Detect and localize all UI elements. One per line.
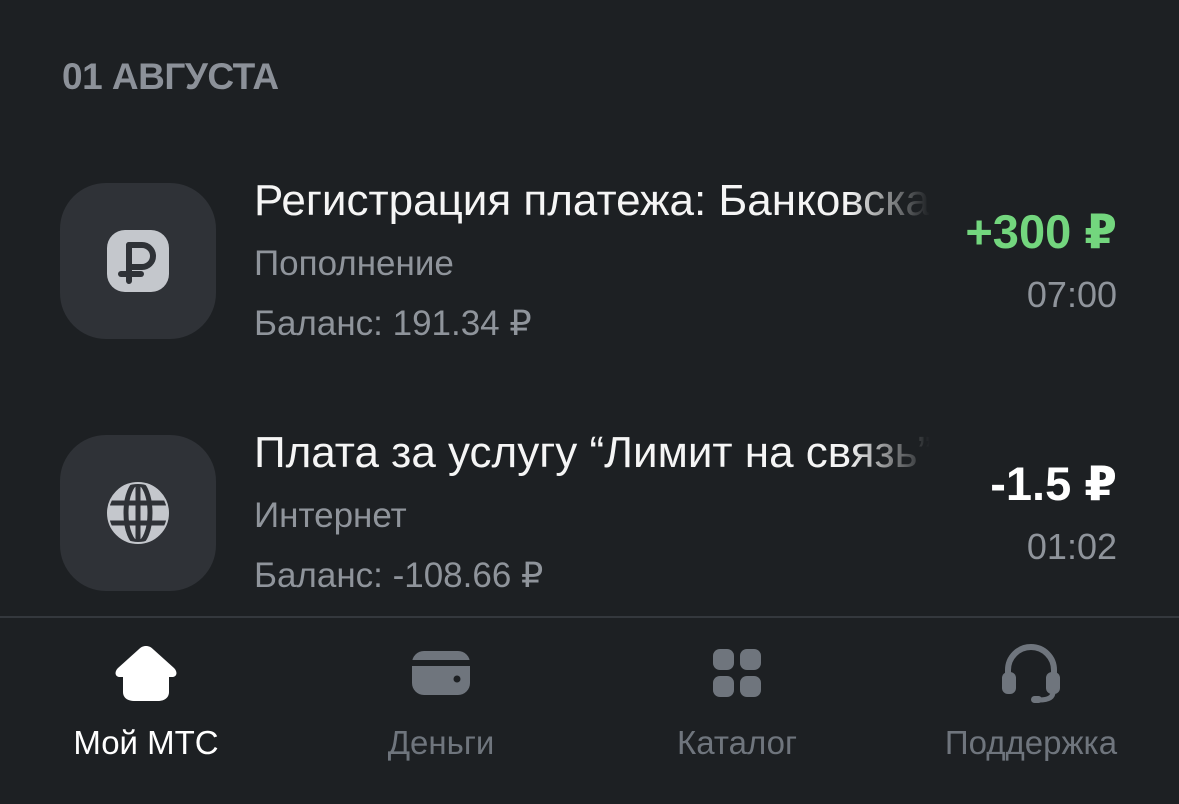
headset-icon bbox=[996, 638, 1066, 708]
tab-label: Деньги bbox=[387, 724, 495, 761]
globe-icon bbox=[60, 435, 216, 591]
tab-my-mts[interactable]: Мой МТС bbox=[1, 618, 291, 804]
transaction-balance: Баланс: 191.34 ₽ bbox=[254, 304, 532, 343]
transaction-time: 01:02 bbox=[1026, 526, 1117, 567]
grid-icon bbox=[702, 638, 772, 708]
transaction-category: Интернет bbox=[254, 496, 407, 535]
tab-money[interactable]: Деньги bbox=[296, 618, 586, 804]
transaction-category: Пополнение bbox=[254, 244, 454, 283]
transaction-item[interactable]: Плата за услугу “Лимит на связь” Интерне… bbox=[0, 412, 1179, 612]
transaction-time: 07:00 bbox=[1026, 274, 1117, 315]
transaction-item[interactable]: Регистрация платежа: Банковская карта По… bbox=[0, 160, 1179, 360]
transaction-amount: +300 ₽ bbox=[965, 205, 1117, 258]
tab-catalog[interactable]: Каталог bbox=[592, 618, 882, 804]
ruble-icon bbox=[60, 183, 216, 339]
wallet-icon bbox=[406, 638, 476, 708]
date-header: 01 АВГУСТА bbox=[62, 56, 279, 97]
home-icon bbox=[111, 638, 181, 708]
transaction-title: Регистрация платежа: Банковская карта bbox=[254, 176, 930, 225]
bottom-tab-bar: Мой МТС Деньги Каталог Поддержка bbox=[0, 616, 1179, 804]
tab-label: Мой МТС bbox=[73, 724, 219, 761]
tab-label: Поддержка bbox=[944, 724, 1118, 761]
transaction-balance: Баланс: -108.66 ₽ bbox=[254, 556, 544, 595]
tab-support[interactable]: Поддержка bbox=[886, 618, 1176, 804]
tab-label: Каталог bbox=[677, 724, 797, 761]
transaction-title: Плата за услугу “Лимит на связь” bbox=[254, 428, 930, 477]
transaction-amount: -1.5 ₽ bbox=[990, 457, 1117, 510]
